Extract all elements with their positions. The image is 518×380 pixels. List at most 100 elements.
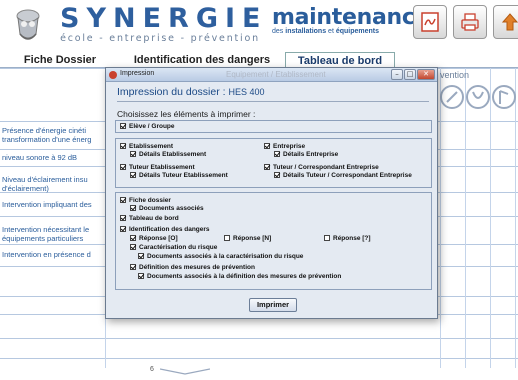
tab-bar: Fiche Dossier Identification des dangers… [0,52,518,68]
dialog-titlebar[interactable]: Impression Equipement / Etablissement – … [106,68,437,82]
close-icon[interactable]: ✕ [417,69,435,80]
checkbox-entreprise[interactable]: Entreprise [264,143,305,151]
dialog-window-title: Impression [120,70,155,77]
checkbox-checked [120,143,126,149]
app-icon [109,71,117,79]
checkbox-reponse-n[interactable]: Réponse [N] [224,235,271,243]
row-label-intervention-1: Intervention impliquant des [2,200,92,209]
minimize-icon[interactable]: – [391,69,403,80]
checkbox-label: Réponse [?] [333,235,371,242]
checkbox-tableau-de-bord[interactable]: Tableau de bord [120,215,179,223]
checkbox-details-tuteur-etablissement[interactable]: Détails Tuteur Etablissement [130,172,228,180]
maintenance-sub-bold1: installations [285,28,327,35]
dialog-separator [117,101,429,102]
pdf-button[interactable] [413,5,447,39]
dialog-ghost-title: Equipement / Etablissement [226,70,326,79]
checkbox-definition-mesures[interactable]: Définition des mesures de prévention [130,264,255,272]
checkbox-label: Définition des mesures de prévention [139,264,255,271]
page-arrow-icon [160,368,210,375]
checkbox-checked [138,253,144,259]
group-eleve: Elève / Groupe [115,120,432,133]
checkbox-label: Réponse [O] [139,235,178,242]
checkbox-label: Tableau de bord [129,215,179,222]
checkbox-reponse-q[interactable]: Réponse [?] [324,235,371,243]
checkbox-checked [120,123,126,129]
checkbox-label: Réponse [N] [233,235,272,242]
tab-tableau-de-bord[interactable]: Tableau de bord [285,52,395,68]
checkbox-tuteur-correspondant[interactable]: Tuteur / Correspondant Entreprise [264,164,379,172]
print-header-button[interactable] [453,5,487,39]
checkbox-documents-associes[interactable]: Documents associés [130,205,204,213]
choose-elements-label: Choisissez les éléments à imprimer : [117,109,256,119]
checkbox-checked [274,151,280,157]
checkbox-label: Etablissement [129,143,174,150]
brand-tagline: école - entreprise - prévention [60,33,260,44]
checkbox-checked [264,164,270,170]
checkbox-label: Identification des dangers [129,226,210,233]
prevention-icons [440,85,516,109]
checkbox-tuteur-etablissement[interactable]: Tuteur Etablissement [120,164,195,172]
checkbox-checked [264,143,270,149]
column-header-prevention: vention [440,70,470,80]
row-label-eclairement-2: d'éclairement) [2,184,49,193]
checkbox-docs-definition[interactable]: Documents associés à la définition des m… [138,273,341,281]
checkbox-label: Détails Tuteur Etablissement [139,172,228,179]
maintenance-title-block: maintenance des installations et équipem… [272,6,430,36]
checkbox-checked [130,235,136,241]
synergie-logo-icon [16,9,40,40]
checkbox-checked [130,264,136,270]
checkbox-label: Tuteur / Correspondant Entreprise [273,164,379,171]
maintenance-sub-prefix: des [272,28,284,35]
checkbox-details-entreprise[interactable]: Détails Entreprise [274,151,338,159]
maintenance-sub-mid: et [328,28,334,35]
checkbox-checked [274,172,280,178]
tab-identification-dangers[interactable]: Identification des dangers [127,52,277,68]
checkbox-docs-caracterisation[interactable]: Documents associés à la caractérisation … [138,253,303,261]
row-label-intervention-2b: équipements particuliers [2,234,84,243]
dossier-code: HES 400 [228,87,265,97]
checkbox-label: Fiche dossier [129,197,171,204]
checkbox-label: Documents associés à la caractérisation … [147,253,304,260]
pdf-icon [421,12,439,32]
checkbox-label: Détails Tuteur / Correspondant Entrepris… [283,172,412,179]
checkbox-eleve-groupe[interactable]: Elève / Groupe [120,123,175,131]
grid-line [490,68,491,368]
grid-line [440,68,441,368]
checkbox-details-tuteur-correspondant[interactable]: Détails Tuteur / Correspondant Entrepris… [274,172,412,180]
row-label-sonore: niveau sonore à 92 dB [2,153,78,162]
checkbox-reponse-o[interactable]: Réponse [O] [130,235,178,243]
checkbox-checked [130,244,136,250]
checkbox-fiche-dossier[interactable]: Fiche dossier [120,197,171,205]
checkbox-etablissement[interactable]: Etablissement [120,143,173,151]
checkbox-checked [130,205,136,211]
upload-button[interactable] [493,5,518,39]
tab-fiche-dossier[interactable]: Fiche Dossier [0,52,120,68]
checkbox-label: Tuteur Etablissement [129,164,195,171]
upload-icon [501,13,518,31]
group-dossier: Fiche dossier Documents associés Tableau… [115,192,432,290]
grid-line [515,68,516,368]
app-window: SYNERGIE école - entreprise - prévention… [0,0,518,380]
row-label-intervention-3: Intervention en présence d [2,250,91,259]
grid-line [465,68,466,368]
checkbox-unchecked [224,235,230,241]
maximize-icon[interactable]: □ [404,69,416,80]
group-partenaires: Etablissement Détails Etablissement Entr… [115,138,432,188]
checkbox-checked [120,215,126,221]
row-label-eclairement: Niveau d'éclairement insu [2,175,88,184]
page-number: 6 [150,366,154,373]
checkbox-unchecked [324,235,330,241]
checkbox-caracterisation-risque[interactable]: Caractérisation du risque [130,244,217,252]
brand-name: SYNERGIE [60,3,268,34]
imprimer-button[interactable]: Imprimer [249,298,297,312]
checkbox-identification-dangers[interactable]: Identification des dangers [120,226,210,234]
dialog-heading-label: Impression du dossier : [117,86,226,98]
checkbox-label: Documents associés à la définition des m… [147,273,342,280]
checkbox-label: Détails Entreprise [283,151,339,158]
checkbox-checked [120,226,126,232]
row-label-energie: Présence d'énergie cinéti [2,126,86,135]
checkbox-label: Documents associés [139,205,204,212]
checkbox-label: Entreprise [273,143,306,150]
brand-block: SYNERGIE école - entreprise - prévention [60,3,268,45]
checkbox-details-etablissement[interactable]: Détails Etablissement [130,151,206,159]
